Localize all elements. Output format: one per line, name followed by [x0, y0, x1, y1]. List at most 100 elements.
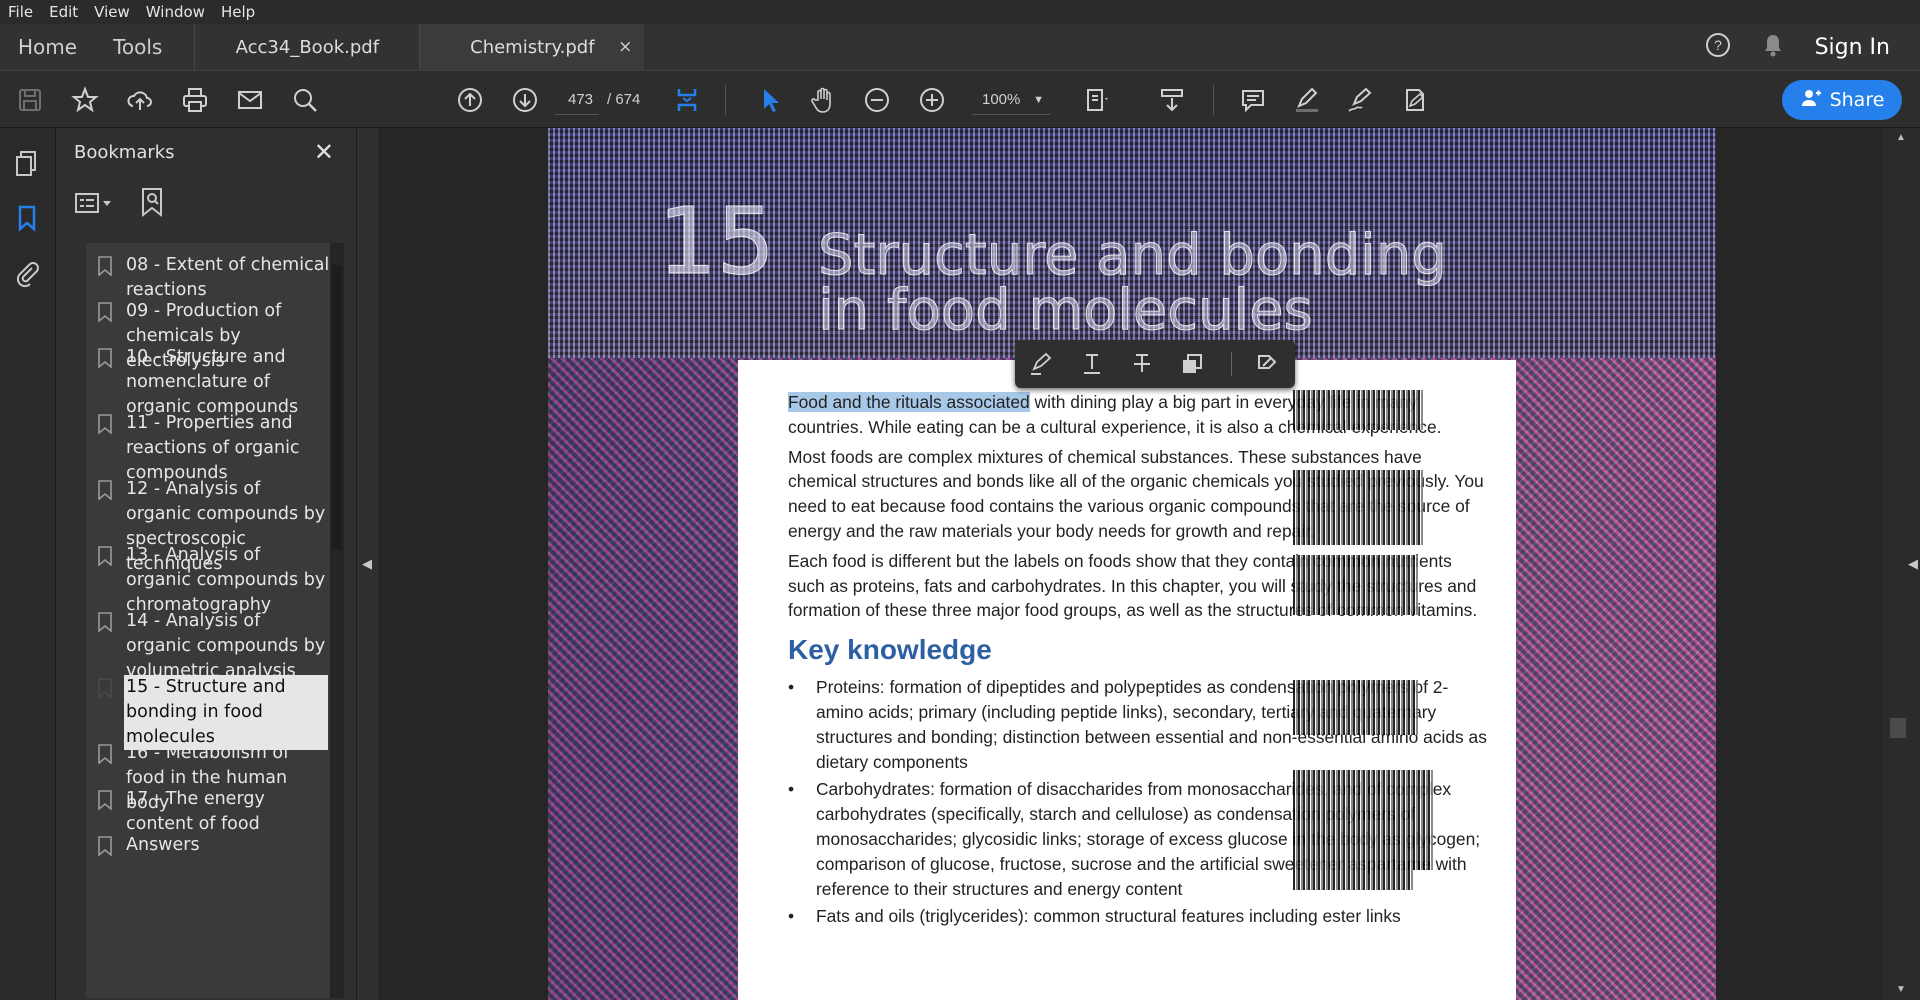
sign-in-button[interactable]: Sign In — [1815, 35, 1890, 60]
toolbar-divider — [1213, 85, 1214, 115]
bookmarks-panel-icon[interactable] — [12, 203, 42, 233]
chevron-down-icon: ▼ — [1033, 94, 1044, 106]
find-bookmark-icon[interactable] — [138, 186, 168, 223]
expand-right-panel-icon[interactable]: ◀ — [1908, 556, 1918, 572]
bookmarks-scrollbar[interactable] — [330, 243, 344, 998]
bookmark-label: 11 - Properties and reactions of organic… — [126, 413, 300, 483]
bookmark-icon — [98, 678, 112, 699]
render-artifact — [1293, 470, 1423, 545]
add-user-icon — [1800, 87, 1822, 114]
save-icon[interactable] — [15, 85, 45, 115]
menu-view[interactable]: View — [94, 3, 130, 21]
scroll-mode-icon[interactable] — [1157, 85, 1187, 115]
highlight-icon[interactable] — [1027, 350, 1055, 378]
help-icon[interactable]: ? — [1705, 32, 1731, 63]
zoom-in-icon[interactable] — [917, 85, 947, 115]
bookmark-options-icon[interactable] — [74, 190, 114, 221]
bullet-glyph: • — [788, 779, 795, 800]
bookmark-icon — [98, 302, 112, 323]
bookmark-label: Answers — [126, 835, 200, 855]
scrollbar-thumb[interactable] — [1890, 718, 1906, 738]
print-icon[interactable] — [180, 85, 210, 115]
document-viewer[interactable]: 15 Structure and bonding in food molecul… — [378, 128, 1882, 1000]
render-artifact — [1293, 680, 1418, 735]
bookmark-icon — [98, 546, 112, 567]
hand-tool-icon[interactable] — [808, 85, 838, 115]
page-fit-icon[interactable] — [672, 85, 702, 115]
chapter-banner: 15 Structure and bonding in food molecul… — [548, 128, 1716, 358]
menu-edit[interactable]: Edit — [49, 3, 78, 21]
next-page-icon[interactable] — [510, 85, 540, 115]
page-thumbnails-icon[interactable] — [12, 148, 42, 178]
menu-window[interactable]: Window — [146, 3, 205, 21]
selected-text[interactable]: Food and the rituals associated — [788, 392, 1030, 412]
render-artifact — [1293, 870, 1413, 890]
select-cursor-icon[interactable] — [755, 85, 785, 115]
close-icon[interactable]: ✕ — [314, 138, 334, 167]
bookmark-icon — [98, 612, 112, 633]
menu-help[interactable]: Help — [221, 3, 255, 21]
underline-icon[interactable] — [1078, 350, 1106, 378]
svg-text:?: ? — [1714, 37, 1722, 53]
share-label: Share — [1829, 89, 1885, 111]
bookmark-icon — [98, 348, 112, 369]
page-number-input[interactable]: 473 — [555, 85, 599, 115]
sign-icon[interactable] — [1345, 85, 1375, 115]
email-icon[interactable] — [235, 85, 265, 115]
bookmark-label: 15 - Structure and bonding in food molec… — [124, 675, 328, 750]
bookmarks-panel: Bookmarks ✕ 08 - Extent of chemical reac… — [56, 128, 356, 1000]
strikethrough-icon[interactable] — [1128, 350, 1156, 378]
text-panel: Food and the rituals associated with din… — [738, 360, 1516, 1000]
bookmark-icon — [98, 256, 112, 277]
list-item-text: Fats and oils (triglycerides): common st… — [816, 906, 1401, 927]
share-button[interactable]: Share — [1782, 80, 1902, 120]
page-layout-icon[interactable] — [1082, 85, 1112, 115]
bookmark-icon — [98, 836, 112, 857]
chapter-title-line2: in food molecules — [818, 278, 1314, 344]
render-artifact — [1293, 555, 1418, 615]
search-icon[interactable] — [290, 85, 320, 115]
highlight-pen-icon[interactable] — [1292, 85, 1322, 115]
zoom-out-icon[interactable] — [862, 85, 892, 115]
tab-acc34-book[interactable]: Acc34_Book.pdf — [194, 24, 419, 70]
bookmark-label: 13 - Analysis of organic compounds by ch… — [126, 545, 326, 615]
more-tools-icon[interactable] — [1253, 350, 1281, 378]
nav-home[interactable]: Home — [0, 24, 95, 70]
pdf-page: 15 Structure and bonding in food molecul… — [548, 128, 1716, 1000]
notifications-bell-icon[interactable] — [1761, 32, 1785, 63]
fill-sign-icon[interactable] — [1398, 85, 1428, 115]
bookmark-label: 17 - The energy content of food — [126, 789, 265, 834]
render-artifact — [1293, 390, 1423, 430]
star-icon[interactable] — [70, 85, 100, 115]
bullet-glyph: • — [788, 906, 795, 927]
tab-close-icon[interactable]: × — [618, 37, 632, 57]
zoom-dropdown[interactable]: 100% ▼ — [972, 85, 1050, 115]
copy-icon[interactable] — [1178, 350, 1206, 378]
section-heading: Key knowledge — [788, 634, 992, 666]
menu-file[interactable]: File — [8, 3, 33, 21]
cloud-upload-icon[interactable] — [125, 85, 155, 115]
bullet-glyph: • — [788, 677, 795, 698]
previous-page-icon[interactable] — [455, 85, 485, 115]
attachments-paperclip-icon[interactable] — [12, 258, 42, 288]
toolbar-divider — [1231, 352, 1232, 376]
tab-label: Chemistry.pdf — [470, 36, 595, 58]
scroll-down-icon[interactable]: ▼ — [1896, 984, 1906, 995]
render-artifact — [1293, 770, 1433, 870]
chapter-number: 15 — [657, 188, 776, 296]
collapse-panel-icon[interactable]: ◀ — [362, 556, 372, 572]
scrollbar-thumb[interactable] — [332, 265, 342, 550]
tab-bar: Home Tools Acc34_Book.pdf Chemistry.pdf … — [0, 24, 1920, 70]
comment-icon[interactable] — [1238, 85, 1268, 115]
document-scrollbar[interactable]: ▲ ◀ ▼ — [1882, 128, 1920, 1000]
bookmark-label: 14 - Analysis of organic compounds by vo… — [126, 611, 326, 681]
panel-splitter[interactable]: ◀ — [356, 128, 378, 1000]
text-selection-toolbar — [1015, 340, 1295, 388]
bookmarks-list: 08 - Extent of chemical reactions 09 - P… — [86, 243, 330, 998]
zoom-value: 100% — [982, 91, 1021, 108]
bookmark-label: 10 - Structure and nomenclature of organ… — [126, 347, 299, 417]
bookmark-icon — [98, 414, 112, 435]
tab-chemistry[interactable]: Chemistry.pdf × — [419, 24, 645, 70]
scroll-up-icon[interactable]: ▲ — [1896, 132, 1906, 143]
nav-tools[interactable]: Tools — [95, 24, 194, 70]
